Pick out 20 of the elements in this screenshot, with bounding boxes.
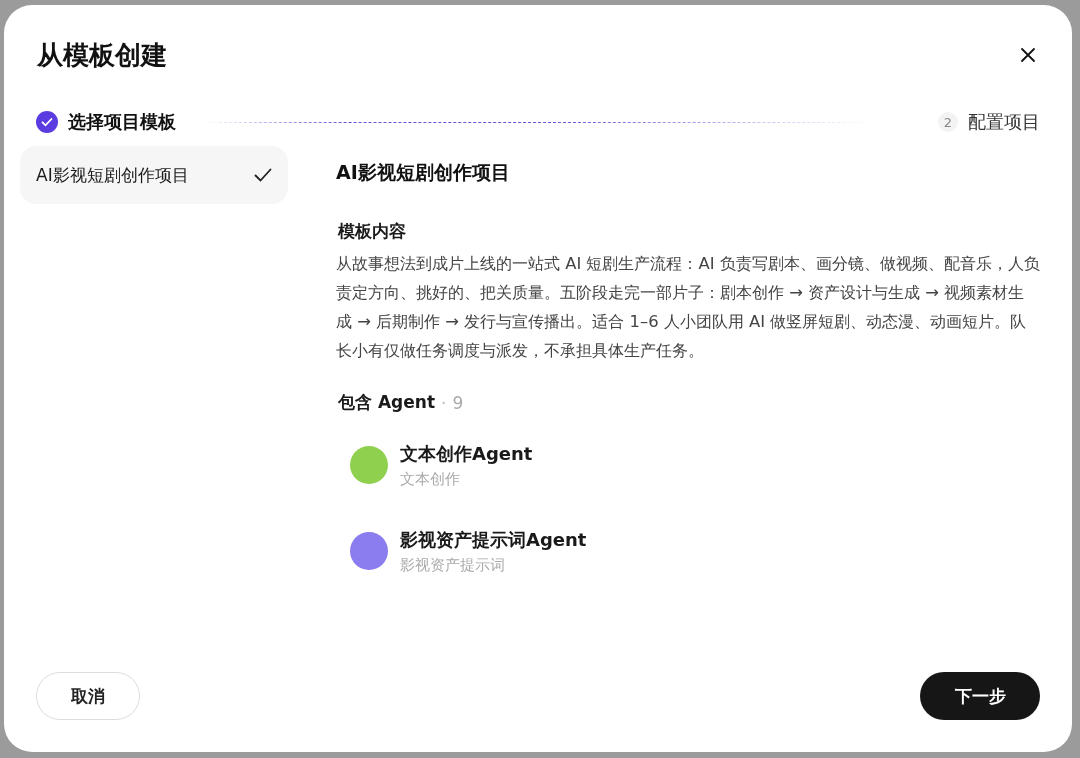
section-heading: 包含 Agent bbox=[338, 391, 435, 414]
section-heading: 模板内容 bbox=[338, 220, 407, 243]
agent-name: 文本创作Agent bbox=[400, 441, 533, 466]
template-title: AI影视短剧创作项目 bbox=[336, 160, 511, 185]
separator-dot: · bbox=[441, 392, 447, 413]
dialog-title: 从模板创建 bbox=[37, 38, 167, 72]
agent-name: 影视资产提示词Agent bbox=[400, 527, 587, 552]
agent-count: 9 bbox=[452, 392, 464, 413]
template-label: AI影视短剧创作项目 bbox=[36, 163, 189, 187]
step-label: 选择项目模板 bbox=[68, 110, 176, 134]
step-number: 2 bbox=[938, 112, 958, 132]
template-item[interactable]: AI影视短剧创作项目 bbox=[20, 146, 288, 204]
agent-role: 文本创作 bbox=[400, 469, 461, 489]
template-description: 从故事想法到成片上线的一站式 AI 短剧生产流程：AI 负责写剧本、画分镜、做视频、配音乐，人负责定方向、挑好的、把关质量。五阶段走完一部片子：剧本创作 → 资产设计与生成 → 视频素材生成 → 后期制作 → 发行与宣传播出。适合 1–6 人小团队用 AI 做竖屏短剧、动态漫、动画短片。队长小有仅做任务调度与派发，不承担具体生产任务。 bbox=[336, 253, 1040, 362]
agent-role: 影视资产提示词 bbox=[400, 555, 506, 575]
close-icon bbox=[1020, 47, 1036, 63]
step-label: 配置项目 bbox=[968, 110, 1040, 134]
cancel-button[interactable]: 取消 bbox=[36, 672, 140, 720]
check-icon bbox=[254, 168, 272, 182]
next-button[interactable]: 下一步 bbox=[920, 672, 1040, 720]
